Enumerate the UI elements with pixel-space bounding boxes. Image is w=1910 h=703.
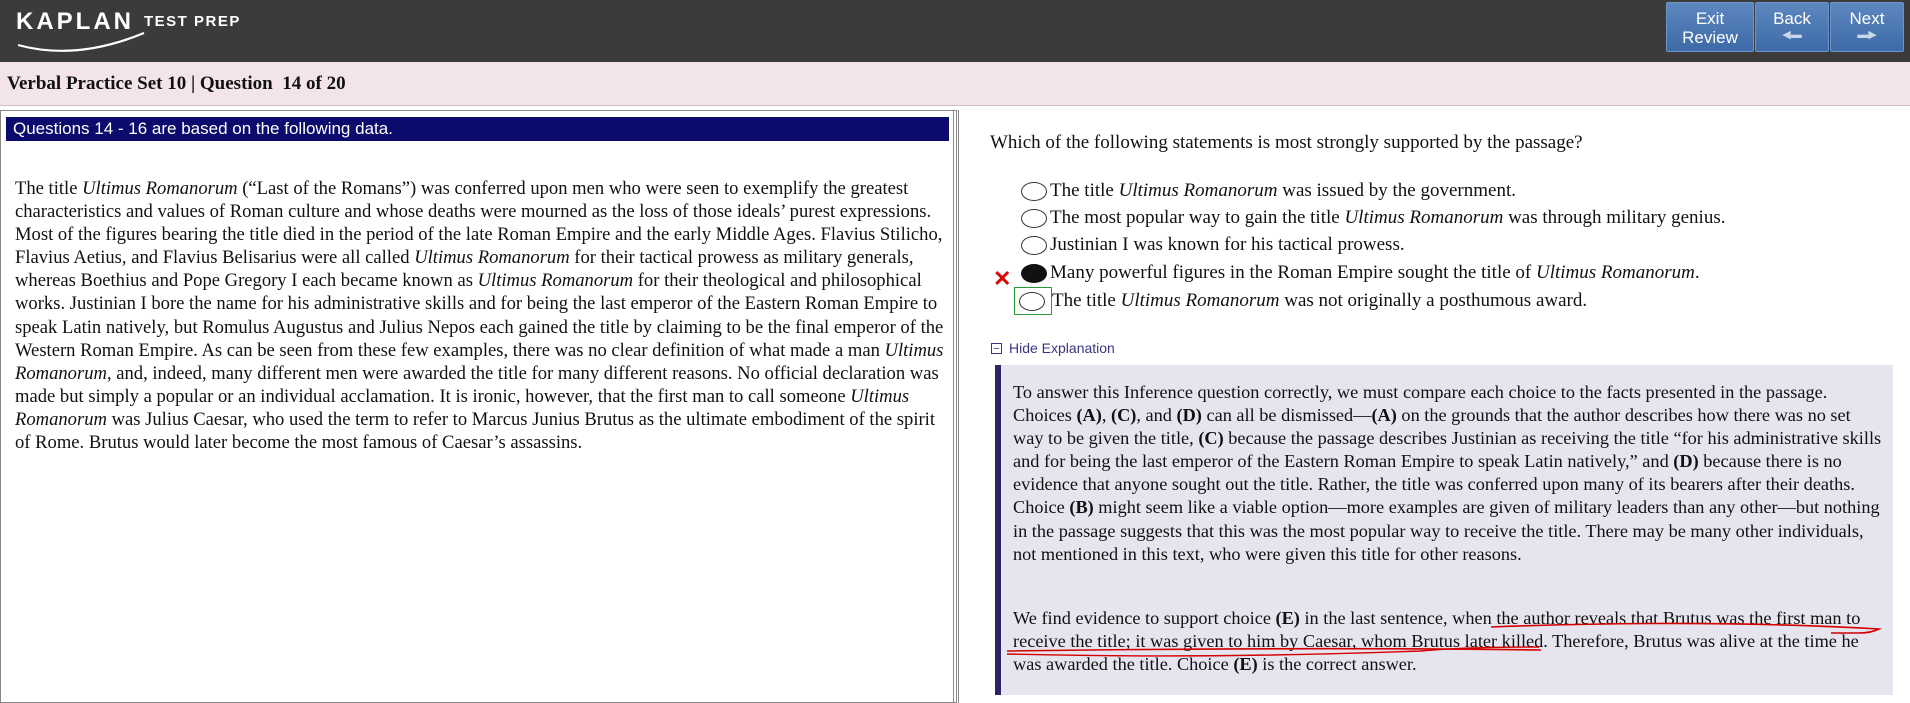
choice-text: Many powerful figures in the Roman Empir…: [1050, 262, 1536, 283]
choice-e-text: The title Ultimus Romanorum was not orig…: [1052, 290, 1587, 312]
choice-b[interactable]: The most popular way to gain the title U…: [1020, 206, 1725, 230]
kaplan-logo: KAPLAN TEST PREP: [16, 9, 241, 52]
passage-pane: Questions 14 - 16 are based on the follo…: [0, 110, 957, 703]
choice-reference: (C): [1111, 405, 1137, 426]
choice-e[interactable]: The title Ultimus Romanorum was not orig…: [1014, 287, 1587, 315]
choice-italic: Ultimus Romanorum: [1118, 180, 1278, 201]
explanation-text: might seem like a viable option—more exa…: [1013, 497, 1880, 564]
passage-segment: was Julius Caesar, who used the term to …: [15, 408, 936, 454]
explanation-panel: To answer this Inference question correc…: [995, 365, 1893, 695]
choice-c[interactable]: Justinian I was known for his tactical p…: [1020, 233, 1405, 257]
choice-d[interactable]: Many powerful figures in the Roman Empir…: [1020, 261, 1700, 285]
explanation-text: , and: [1136, 405, 1177, 426]
choice-d-text: Many powerful figures in the Roman Empir…: [1050, 262, 1700, 284]
next-label: Next: [1849, 9, 1885, 28]
back-button[interactable]: Back ◀▬: [1755, 2, 1829, 52]
logo-swoosh-icon: [17, 31, 145, 52]
passage-italic: Ultimus Romanorum: [414, 247, 570, 269]
choice-text: was through military genius.: [1503, 207, 1726, 228]
hide-explanation-label: Hide Explanation: [1009, 340, 1115, 356]
exit-label: Exit: [1695, 9, 1725, 28]
next-arrow-icon: ▬▶: [1857, 29, 1877, 41]
radio-wrap: [1020, 177, 1050, 205]
choice-b-text: The most popular way to gain the title U…: [1050, 207, 1725, 229]
question-prompt: Which of the following statements is mos…: [990, 132, 1583, 153]
explanation-paragraph-2: We find evidence to support choice (E) i…: [1013, 607, 1883, 676]
explanation-text: We find evidence to support choice: [1013, 608, 1276, 628]
choice-reference: (E): [1233, 654, 1258, 675]
explanation-text: is the correct answer.: [1257, 654, 1417, 675]
explanation-text: can all be dismissed—: [1201, 405, 1372, 426]
passage-segment: The title: [15, 178, 83, 199]
passage-text: The title Ultimus Romanorum (“Last of th…: [15, 177, 945, 454]
back-arrow-icon: ◀▬: [1782, 29, 1802, 41]
choice-reference: (A): [1076, 405, 1102, 426]
choice-c-text: Justinian I was known for his tactical p…: [1050, 234, 1405, 256]
radio-a[interactable]: [1020, 181, 1047, 201]
radio-wrap: [1020, 231, 1050, 259]
choice-reference: (D): [1673, 451, 1699, 472]
choice-reference: (D): [1176, 405, 1202, 426]
explanation-text: ,: [1101, 405, 1111, 426]
choice-reference: (C): [1198, 428, 1224, 449]
choice-text: Justinian I was known for his tactical p…: [1050, 234, 1405, 255]
choice-reference: (B): [1069, 497, 1094, 518]
choice-italic: Ultimus Romanorum: [1344, 207, 1504, 228]
choice-text: The most popular way to gain the title: [1050, 207, 1345, 228]
explanation-paragraph-1: To answer this Inference question correc…: [1013, 381, 1883, 566]
choice-text: The title: [1050, 180, 1119, 201]
radio-c[interactable]: [1020, 235, 1047, 255]
choice-reference: (A): [1371, 405, 1397, 426]
radio-e[interactable]: [1018, 291, 1045, 311]
next-button[interactable]: Next ▬▶: [1830, 2, 1904, 52]
top-bar: KAPLAN TEST PREP Exit Review Back ◀▬ Nex…: [0, 0, 1910, 62]
back-label: Back: [1773, 9, 1811, 28]
hide-explanation-toggle[interactable]: − Hide Explanation: [991, 340, 1115, 356]
question-bar: Verbal Practice Set 10 | Question 14 of …: [0, 62, 1910, 106]
radio-wrap: [1020, 204, 1050, 232]
choice-italic: Ultimus Romanorum: [1120, 290, 1280, 311]
logo-sub-text: TEST PREP: [144, 13, 241, 30]
radio-d-selected[interactable]: [1020, 263, 1047, 283]
choice-text: was issued by the government.: [1277, 180, 1516, 201]
choice-text: was not originally a posthumous award.: [1279, 290, 1588, 311]
exit-review-button[interactable]: Exit Review: [1666, 2, 1754, 52]
choice-reference: (E): [1275, 608, 1300, 628]
passage-header: Questions 14 - 16 are based on the follo…: [6, 117, 949, 141]
choice-a[interactable]: The title Ultimus Romanorum was issued b…: [1020, 179, 1516, 203]
choice-a-text: The title Ultimus Romanorum was issued b…: [1050, 180, 1516, 202]
incorrect-mark-icon: ✕: [993, 266, 1012, 291]
question-bar-title: Verbal Practice Set 10 | Question 14 of …: [7, 73, 346, 94]
radio-b[interactable]: [1020, 208, 1047, 228]
choice-text: The title: [1052, 290, 1121, 311]
review-label: Review: [1682, 28, 1738, 47]
radio-wrap: [1020, 259, 1050, 287]
choice-text: .: [1694, 262, 1700, 283]
correct-answer-box: [1014, 287, 1052, 315]
passage-italic: Ultimus Romanorum: [82, 178, 238, 199]
choice-italic: Ultimus Romanorum: [1535, 262, 1695, 283]
passage-italic: Ultimus Romanorum: [477, 270, 634, 292]
passage-segment: , and, indeed, many different men were a…: [15, 362, 939, 407]
collapse-icon: −: [991, 342, 1002, 354]
